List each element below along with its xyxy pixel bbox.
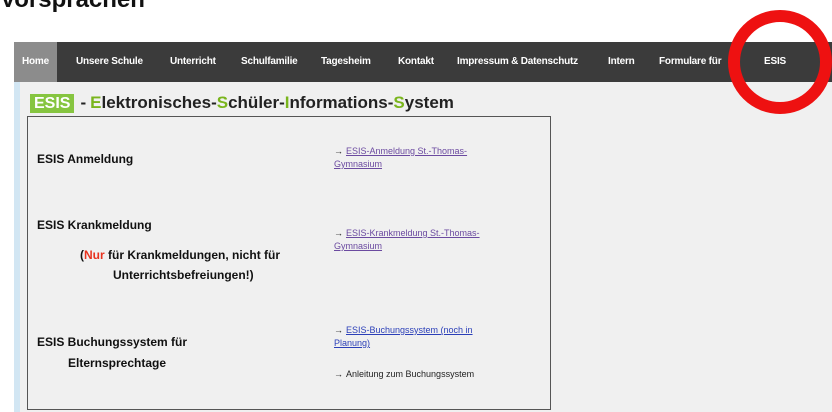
note-nur: Nur — [84, 248, 105, 262]
arrow-icon: → — [334, 228, 343, 238]
buchung-link-line1: ESIS-Buchungssystem (noch in — [346, 325, 473, 335]
title-word-schueler: chüler- — [228, 93, 285, 112]
arrow-icon: → — [334, 369, 343, 379]
nav-item-unsere-schule[interactable]: Unsere Schule — [76, 42, 143, 82]
main-navigation: Home Unsere Schule Unterricht Schulfamil… — [14, 42, 832, 82]
krankmeldung-link-line1: ESIS-Krankmeldung St.-Thomas- — [346, 228, 480, 238]
krankmeldung-link[interactable]: → ESIS-Krankmeldung St.-Thomas- Gymnasium — [334, 227, 480, 253]
buchung-label-line2: Elternsprechtage — [68, 356, 167, 370]
nav-item-intern[interactable]: Intern — [608, 42, 635, 82]
nav-item-kontakt[interactable]: Kontakt — [398, 42, 434, 82]
krankmeldung-note-line2: Unterrichtsbefreiungen!) — [113, 268, 254, 282]
title-word-elektronisches: lektronisches- — [101, 93, 217, 112]
arrow-icon: → — [334, 146, 343, 156]
esis-title: ESIS - Elektronisches- Schüler- Informatio… — [30, 92, 454, 114]
page-heading: Vorsprachen — [0, 0, 145, 14]
note-rest: für Krankmeldungen, nicht für — [104, 248, 281, 262]
nav-item-formulare[interactable]: Formulare für — [659, 42, 722, 82]
title-word-informations: nformations- — [289, 93, 394, 112]
arrow-icon: → — [334, 325, 343, 335]
krankmeldung-label: ESIS Krankmeldung — [37, 218, 152, 232]
title-dash: - — [80, 93, 87, 112]
nav-item-home[interactable]: Home — [14, 42, 57, 82]
title-initial-e: E — [90, 93, 102, 112]
esis-badge: ESIS — [30, 93, 75, 113]
anmeldung-link[interactable]: → ESIS-Anmeldung St.-Thomas- Gymnasium — [334, 145, 467, 171]
nav-item-tagesheim[interactable]: Tagesheim — [321, 42, 371, 82]
title-word-system: ystem — [404, 93, 454, 112]
buchung-link-line2: Planung) — [334, 338, 371, 348]
title-initial-s2: S — [393, 93, 405, 112]
title-initial-s: S — [216, 93, 229, 112]
buchung-guide: → Anleitung zum Buchungssystem — [334, 369, 474, 379]
nav-item-impressum-datenschutz[interactable]: Impressum & Datenschutz — [457, 42, 578, 82]
anmeldung-link-line1: ESIS-Anmeldung St.-Thomas- — [346, 146, 468, 156]
anmeldung-link-line2: Gymnasium — [334, 159, 383, 169]
anmeldung-label: ESIS Anmeldung — [37, 152, 134, 166]
nav-item-unterricht[interactable]: Unterricht — [170, 42, 216, 82]
buchung-guide-text: Anleitung zum Buchungssystem — [346, 369, 475, 379]
highlight-circle — [728, 10, 832, 114]
krankmeldung-link-line2: Gymnasium — [334, 241, 383, 251]
krankmeldung-note: (Nur für Krankmeldungen, nicht für — [80, 248, 280, 262]
nav-item-schulfamilie[interactable]: Schulfamilie — [241, 42, 298, 82]
buchung-label: ESIS Buchungssystem für — [37, 335, 188, 349]
buchung-link[interactable]: → ESIS-Buchungssystem (noch in Planung) — [334, 324, 473, 350]
